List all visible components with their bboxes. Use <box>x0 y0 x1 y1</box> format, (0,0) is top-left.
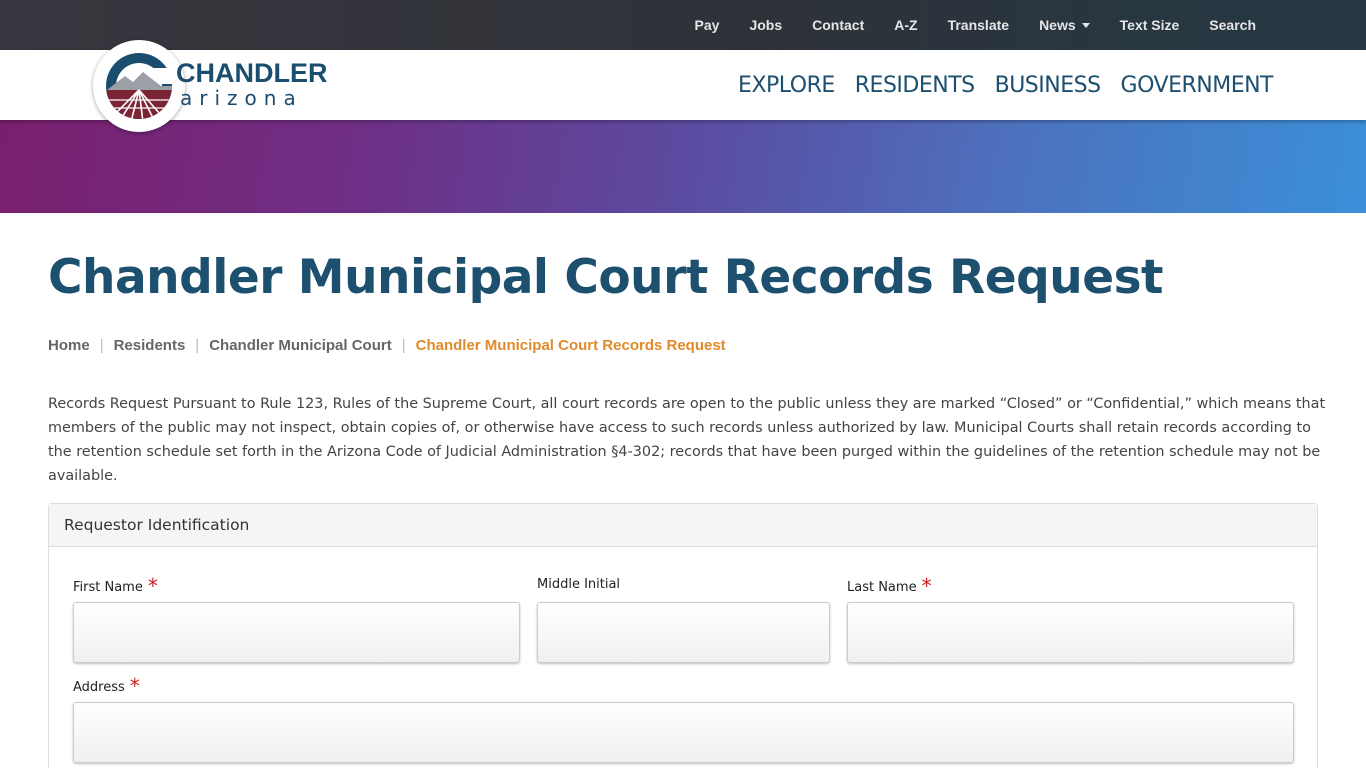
utility-link-news[interactable]: News <box>1039 17 1090 33</box>
breadcrumb-municipal-court[interactable]: Chandler Municipal Court <box>209 337 392 354</box>
last-name-label-text: Last Name <box>847 580 917 595</box>
breadcrumb-separator: | <box>195 337 200 354</box>
required-indicator: * <box>129 674 140 698</box>
address-input[interactable] <box>73 702 1294 763</box>
panel-title: Requestor Identification <box>64 516 250 534</box>
required-indicator: * <box>147 574 158 598</box>
first-name-label-text: First Name <box>73 580 143 595</box>
utility-link-translate[interactable]: Translate <box>948 17 1009 33</box>
breadcrumb-current: Chandler Municipal Court Records Request <box>415 337 726 354</box>
required-indicator: * <box>921 574 932 598</box>
site-logo[interactable]: CHANDLER arizona <box>93 40 328 132</box>
utility-link-a-z[interactable]: A-Z <box>894 17 917 33</box>
breadcrumb-residents[interactable]: Residents <box>114 337 186 354</box>
requestor-identification-panel: Requestor Identification First Name * Mi… <box>48 503 1318 768</box>
page-title: Chandler Municipal Court Records Request <box>48 250 1164 305</box>
chandler-logo-icon <box>106 53 175 119</box>
breadcrumb-home[interactable]: Home <box>48 337 90 354</box>
first-name-group: First Name * <box>73 574 520 663</box>
first-name-input[interactable] <box>73 602 520 663</box>
address-label: Address * <box>73 674 1294 698</box>
utility-link-news-label: News <box>1039 17 1076 33</box>
utility-link-pay[interactable]: Pay <box>695 17 720 33</box>
main-nav-explore[interactable]: EXPLORE <box>738 73 835 98</box>
utility-nav: Pay Jobs Contact A-Z Translate News Text… <box>665 0 1256 50</box>
middle-initial-label: Middle Initial <box>537 577 830 597</box>
logo-text: CHANDLER arizona <box>176 57 328 110</box>
logo-subtitle: arizona <box>180 85 303 110</box>
main-nav-business[interactable]: BUSINESS <box>995 73 1101 98</box>
breadcrumb-separator: | <box>99 337 104 354</box>
breadcrumb-separator: | <box>401 337 406 354</box>
breadcrumb: Home | Residents | Chandler Municipal Co… <box>48 337 726 354</box>
last-name-group: Last Name * <box>847 574 1294 663</box>
main-nav-residents[interactable]: RESIDENTS <box>855 73 975 98</box>
last-name-input[interactable] <box>847 602 1294 663</box>
caret-down-icon <box>1081 22 1090 28</box>
main-nav-government[interactable]: GOVERNMENT <box>1121 73 1274 98</box>
middle-initial-group: Middle Initial <box>537 577 830 663</box>
hero-banner <box>0 120 1366 213</box>
utility-link-search[interactable]: Search <box>1209 17 1256 33</box>
address-label-text: Address <box>73 680 125 695</box>
main-nav: EXPLORE RESIDENTS BUSINESS GOVERNMENT <box>718 50 1273 120</box>
utility-link-jobs[interactable]: Jobs <box>749 17 782 33</box>
address-group: Address * <box>73 674 1294 763</box>
middle-initial-input[interactable] <box>537 602 830 663</box>
middle-initial-label-text: Middle Initial <box>537 577 621 592</box>
last-name-label: Last Name * <box>847 574 1294 598</box>
intro-paragraph: Records Request Pursuant to Rule 123, Ru… <box>48 396 1326 484</box>
logo-wordmark: CHANDLER <box>176 57 328 88</box>
panel-heading: Requestor Identification <box>49 504 1317 547</box>
utility-link-contact[interactable]: Contact <box>812 17 864 33</box>
logo-badge <box>93 40 185 132</box>
first-name-label: First Name * <box>73 574 520 598</box>
utility-link-text-size[interactable]: Text Size <box>1120 17 1180 33</box>
